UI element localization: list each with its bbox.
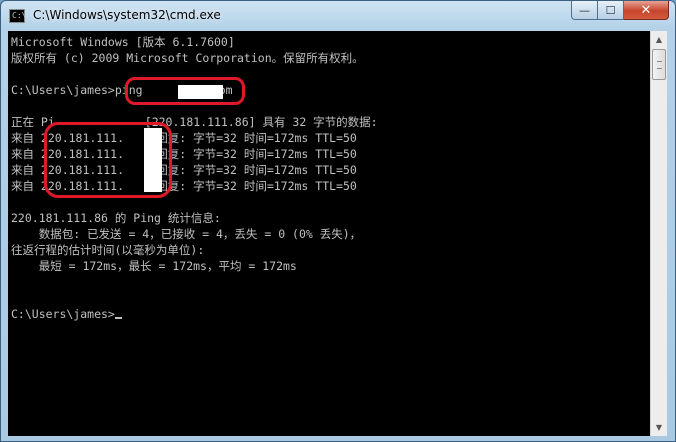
scrollbar-grip bbox=[657, 61, 662, 69]
minimize-button[interactable]: — bbox=[571, 1, 598, 20]
reply-ip-highlight bbox=[44, 122, 172, 198]
prompt-text: C:\Users\james> bbox=[11, 307, 115, 321]
window-controls: — ☐ ✕ bbox=[571, 1, 669, 21]
scrollbar-thumb[interactable] bbox=[652, 49, 666, 80]
close-button[interactable]: ✕ bbox=[624, 1, 669, 20]
vertical-scrollbar[interactable]: ▲ ▼ bbox=[650, 31, 667, 436]
maximize-button[interactable]: ☐ bbox=[598, 1, 624, 20]
scroll-down-arrow-icon[interactable]: ▼ bbox=[651, 419, 667, 436]
console-line-stats-header: 220.181.111.86 的 Ping 统计信息: bbox=[11, 211, 221, 225]
text-cursor bbox=[114, 317, 122, 319]
cmd-icon-glyph: C:\ bbox=[12, 11, 27, 20]
console-prompt: C:\Users\james> bbox=[11, 306, 378, 322]
scroll-up-arrow-icon[interactable]: ▲ bbox=[651, 31, 667, 48]
console-line-rtt-values: 最短 = 172ms，最长 = 172ms，平均 = 172ms bbox=[11, 259, 297, 273]
console-line-rtt-header: 往返行程的估计时间(以毫秒为单位): bbox=[11, 243, 205, 257]
cmd-console-icon[interactable]: C:\ bbox=[9, 9, 27, 23]
console-line-packets: 数据包: 已发送 = 4，已接收 = 4，丢失 = 0 (0% 丢失)， bbox=[11, 227, 362, 241]
window-title: C:\Windows\system32\cmd.exe bbox=[33, 8, 221, 22]
title-bar[interactable]: C:\ C:\Windows\system32\cmd.exe — ☐ ✕ bbox=[1, 1, 675, 31]
ping-command-highlight bbox=[125, 77, 245, 105]
cmd-window: C:\ C:\Windows\system32\cmd.exe — ☐ ✕ Mi… bbox=[0, 0, 676, 442]
console-line: 版权所有 (c) 2009 Microsoft Corporation。保留所有… bbox=[11, 51, 364, 65]
console-line: Microsoft Windows [版本 6.1.7600] bbox=[11, 35, 235, 49]
console-output[interactable]: Microsoft Windows [版本 6.1.7600] 版权所有 (c) … bbox=[8, 31, 650, 436]
